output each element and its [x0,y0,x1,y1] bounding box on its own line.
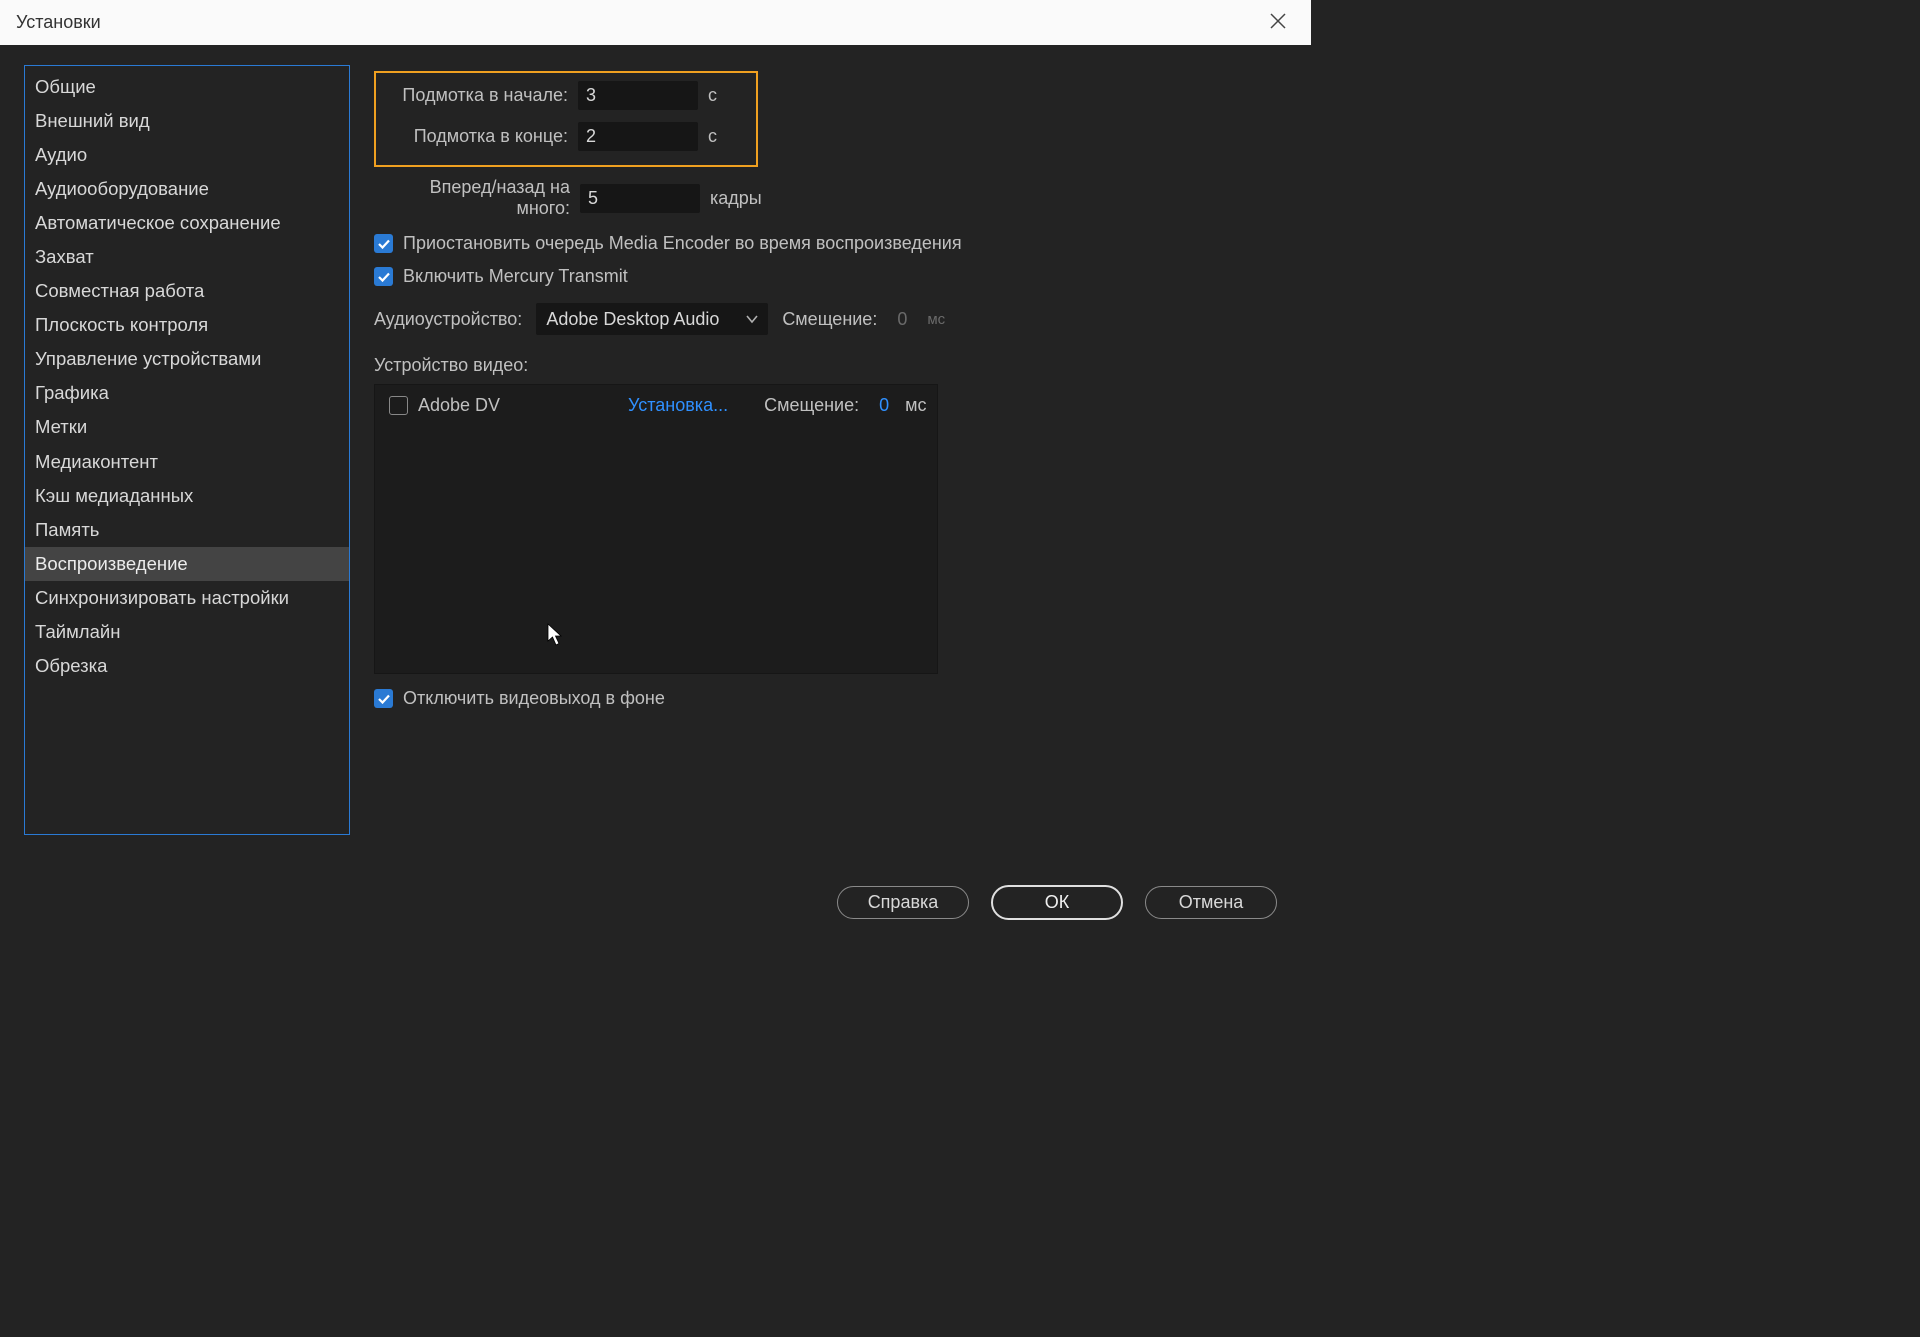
sidebar-item-timeline[interactable]: Таймлайн [25,615,349,649]
video-device-row: Adobe DV Установка... Смещение: 0 мс [389,395,923,416]
device-offset-label: Смещение: [764,395,859,416]
close-icon[interactable] [1261,8,1295,38]
sidebar-item-labels[interactable]: Метки [25,410,349,444]
cursor-icon [547,623,565,653]
audio-offset-label: Смещение: [782,309,877,330]
sidebar-item-capture[interactable]: Захват [25,240,349,274]
preroll-input[interactable] [578,81,698,110]
settings-panel: Подмотка в начале: с Подмотка в конце: с… [374,65,1287,865]
postroll-unit: с [708,126,717,147]
step-unit: кадры [710,188,762,209]
preroll-highlight-box: Подмотка в начале: с Подмотка в конце: с [374,71,758,167]
device-offset-unit: мс [905,395,926,416]
postroll-label: Подмотка в конце: [388,126,568,147]
pause-encoder-checkbox[interactable] [374,234,393,253]
sidebar-item-media[interactable]: Медиаконтент [25,445,349,479]
audio-device-dropdown[interactable]: Adobe Desktop Audio [536,303,768,335]
sidebar-item-sync-settings[interactable]: Синхронизировать настройки [25,581,349,615]
window-title: Установки [16,12,101,33]
step-label: Вперед/назад на много: [374,177,570,219]
chevron-down-icon [746,312,758,327]
disable-video-output-checkbox[interactable] [374,689,393,708]
dialog-footer: Справка ОК Отмена [0,865,1311,939]
disable-video-output-label: Отключить видеовыход в фоне [403,688,665,709]
sidebar-item-trim[interactable]: Обрезка [25,649,349,683]
pause-encoder-label: Приостановить очередь Media Encoder во в… [403,233,962,254]
sidebar-item-control-surface[interactable]: Плоскость контроля [25,308,349,342]
mercury-transmit-checkbox[interactable] [374,267,393,286]
audio-offset-value: 0 [897,309,907,330]
sidebar-item-graphics[interactable]: Графика [25,376,349,410]
category-sidebar: Общие Внешний вид Аудио Аудиооборудовани… [24,65,350,835]
sidebar-item-playback[interactable]: Воспроизведение [25,547,349,581]
sidebar-item-audio[interactable]: Аудио [25,138,349,172]
sidebar-item-memory[interactable]: Память [25,513,349,547]
device-name: Adobe DV [418,395,618,416]
audio-device-value: Adobe Desktop Audio [546,309,719,330]
postroll-input[interactable] [578,122,698,151]
adobe-dv-checkbox[interactable] [389,396,408,415]
device-offset-value[interactable]: 0 [879,395,889,416]
video-device-list: Adobe DV Установка... Смещение: 0 мс [374,384,938,674]
audio-device-label: Аудиоустройство: [374,309,522,330]
help-button[interactable]: Справка [837,886,969,919]
ok-button[interactable]: ОК [991,885,1123,920]
sidebar-item-general[interactable]: Общие [25,70,349,104]
audio-offset-unit: мс [927,311,945,328]
sidebar-item-collaboration[interactable]: Совместная работа [25,274,349,308]
mercury-transmit-label: Включить Mercury Transmit [403,266,628,287]
preroll-unit: с [708,85,717,106]
sidebar-item-audio-hardware[interactable]: Аудиооборудование [25,172,349,206]
device-setup-link[interactable]: Установка... [628,395,728,416]
cancel-button[interactable]: Отмена [1145,886,1277,919]
sidebar-item-appearance[interactable]: Внешний вид [25,104,349,138]
preroll-label: Подмотка в начале: [388,85,568,106]
sidebar-item-autosave[interactable]: Автоматическое сохранение [25,206,349,240]
video-device-section-label: Устройство видео: [374,355,1287,376]
sidebar-item-media-cache[interactable]: Кэш медиаданных [25,479,349,513]
sidebar-item-device-control[interactable]: Управление устройствами [25,342,349,376]
step-input[interactable] [580,184,700,213]
